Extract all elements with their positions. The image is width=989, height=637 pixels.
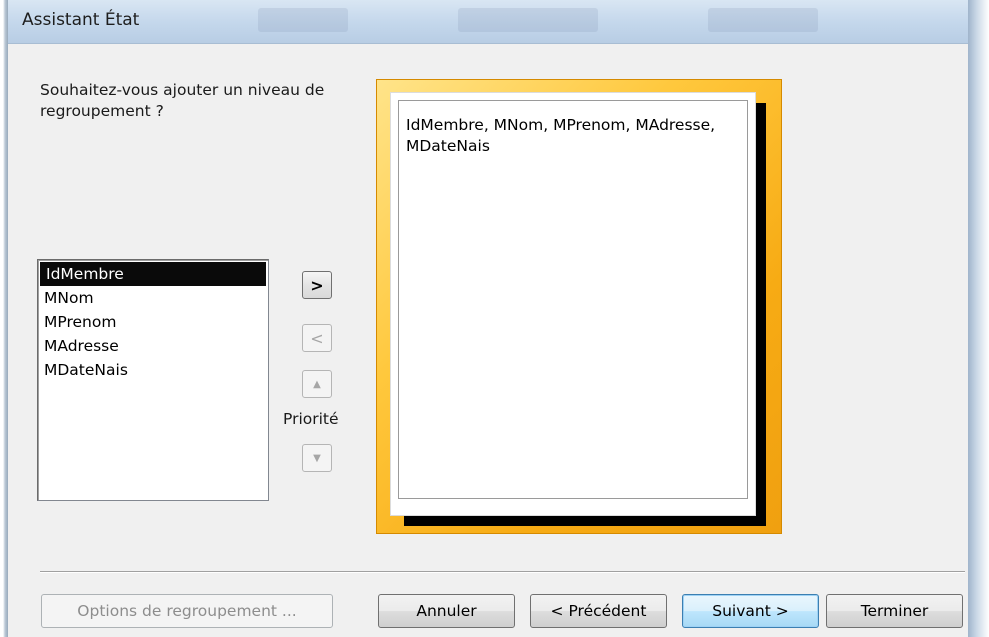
title-bar-reflection bbox=[458, 8, 598, 32]
grouping-options-button[interactable]: Options de regroupement ... bbox=[41, 594, 333, 628]
footer-separator bbox=[40, 571, 965, 573]
next-button[interactable]: Suivant > bbox=[682, 594, 819, 628]
field-item-mprenom[interactable]: MPrenom bbox=[38, 310, 268, 334]
question-text: Souhaitez-vous ajouter un niveau de regr… bbox=[40, 81, 325, 120]
field-item-idmembre[interactable]: IdMembre bbox=[40, 262, 266, 286]
preview-group-fields: IdMembre, MNom, MPrenom, MAdresse, MDate… bbox=[406, 116, 716, 155]
cancel-button[interactable]: Annuler bbox=[378, 594, 515, 628]
priority-down-button[interactable]: ▼ bbox=[302, 444, 332, 472]
previous-button[interactable]: < Précédent bbox=[530, 594, 667, 628]
title-bar-reflection bbox=[258, 8, 348, 32]
window-title: Assistant État bbox=[22, 10, 140, 30]
field-item-madresse[interactable]: MAdresse bbox=[38, 334, 268, 358]
arrow-down-icon: ▼ bbox=[313, 452, 321, 464]
title-bar-reflection bbox=[708, 8, 818, 32]
window-right-edge bbox=[968, 0, 989, 637]
cancel-label: Annuler bbox=[416, 602, 477, 620]
add-group-button[interactable]: > bbox=[302, 271, 332, 299]
priority-up-button[interactable]: ▲ bbox=[302, 370, 332, 398]
arrow-up-icon: ▲ bbox=[313, 378, 321, 390]
available-fields-list[interactable]: IdMembre MNom MPrenom MAdresse MDateNais bbox=[37, 259, 269, 501]
field-item-mnom[interactable]: MNom bbox=[38, 286, 268, 310]
preview-group-box: IdMembre, MNom, MPrenom, MAdresse, MDate… bbox=[398, 100, 748, 499]
remove-group-button[interactable]: < bbox=[302, 324, 332, 352]
window-left-edge bbox=[0, 0, 8, 637]
finish-label: Terminer bbox=[860, 602, 929, 620]
finish-button[interactable]: Terminer bbox=[826, 594, 963, 628]
field-item-mdatenais[interactable]: MDateNais bbox=[38, 358, 268, 382]
next-label: Suivant > bbox=[712, 602, 789, 620]
previous-label: < Précédent bbox=[550, 602, 647, 620]
priority-label: Priorité bbox=[283, 410, 339, 428]
grouping-options-label: Options de regroupement ... bbox=[77, 602, 297, 620]
remove-group-label: < bbox=[310, 328, 324, 348]
add-group-label: > bbox=[310, 275, 324, 295]
preview-paper: IdMembre, MNom, MPrenom, MAdresse, MDate… bbox=[390, 92, 756, 516]
title-bar[interactable]: Assistant État bbox=[8, 0, 968, 44]
